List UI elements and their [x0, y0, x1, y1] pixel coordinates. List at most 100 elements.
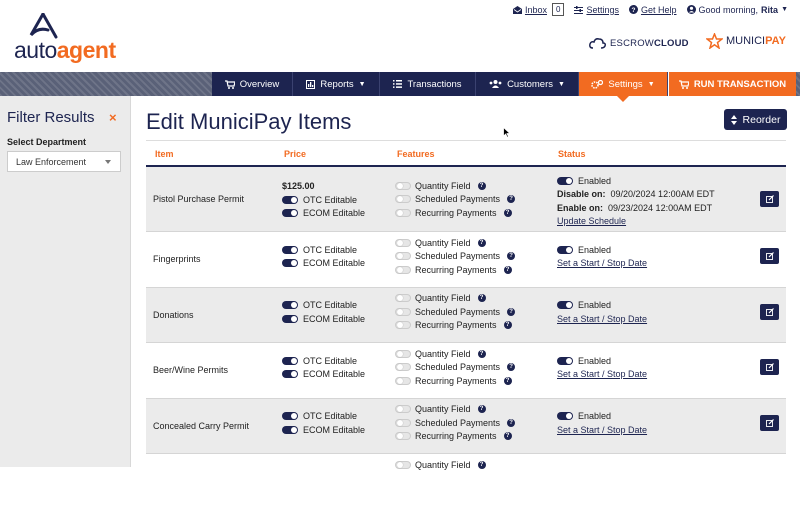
- inbox-link[interactable]: Inbox 0: [512, 3, 565, 16]
- recurring-toggle[interactable]: [395, 376, 411, 385]
- update-schedule-link[interactable]: Update Schedule: [557, 216, 626, 226]
- table-row: Beer/Wine Permits OTC Editable ECOM Edit…: [146, 343, 786, 399]
- chevron-down-icon: ▼: [647, 80, 655, 88]
- ecom-toggle[interactable]: [282, 259, 298, 268]
- quantity-toggle[interactable]: [395, 181, 411, 190]
- help-icon[interactable]: ?: [503, 432, 512, 441]
- utility-bar: Inbox 0 Settings ? Get Help Good morning…: [512, 3, 788, 16]
- nav-transactions[interactable]: Transactions: [380, 72, 476, 96]
- edit-button[interactable]: [760, 191, 779, 207]
- ecom-toggle[interactable]: [282, 209, 298, 218]
- set-start-stop-date-link[interactable]: Set a Start / Stop Date: [557, 314, 647, 324]
- set-start-stop-date-link[interactable]: Set a Start / Stop Date: [557, 258, 647, 268]
- ecom-toggle[interactable]: [282, 314, 298, 323]
- help-icon[interactable]: ?: [477, 181, 486, 190]
- help-icon[interactable]: ?: [477, 460, 486, 469]
- otc-label: OTC Editable: [303, 244, 358, 255]
- enabled-toggle[interactable]: [557, 412, 573, 421]
- item-status: Enabled Set a Start / Stop Date: [557, 354, 647, 381]
- main-nav: Overview Reports ▼ Transactions Customer…: [212, 72, 796, 102]
- ecom-toggle[interactable]: [282, 370, 298, 379]
- enabled-toggle[interactable]: [557, 176, 573, 185]
- edit-icon: [765, 363, 774, 371]
- item-name: Donations: [153, 309, 194, 320]
- scheduled-toggle[interactable]: [395, 307, 411, 316]
- help-icon[interactable]: ?: [477, 349, 486, 358]
- help-icon[interactable]: ?: [477, 238, 486, 247]
- quantity-toggle[interactable]: [395, 349, 411, 358]
- otc-toggle[interactable]: [282, 412, 298, 421]
- enabled-toggle[interactable]: [557, 245, 573, 254]
- set-start-stop-date-link[interactable]: Set a Start / Stop Date: [557, 369, 647, 379]
- escrowcloud-logo[interactable]: ESCROW CLOUD: [589, 38, 689, 49]
- table-row: Quantity Field?: [146, 454, 786, 510]
- reorder-button[interactable]: Reorder: [724, 109, 787, 130]
- run-transaction-button[interactable]: RUN TRANSACTION: [668, 72, 796, 96]
- scheduled-toggle[interactable]: [395, 363, 411, 372]
- help-icon[interactable]: ?: [477, 405, 486, 414]
- feature-label: Quantity Field: [415, 459, 471, 470]
- nav-customers[interactable]: Customers ▼: [476, 72, 579, 96]
- quantity-toggle[interactable]: [395, 294, 411, 303]
- help-icon[interactable]: ?: [503, 376, 512, 385]
- quantity-toggle[interactable]: [395, 405, 411, 414]
- status-label: Enabled: [578, 411, 612, 422]
- edit-icon: [765, 307, 774, 316]
- item-features: Quantity Field? Scheduled Payments? Recu…: [395, 236, 516, 277]
- item-price-cell: OTC Editable ECOM Editable: [282, 299, 365, 326]
- department-select[interactable]: Law Enforcement: [7, 151, 121, 172]
- logo-wordmark: autoagent: [14, 37, 116, 64]
- help-icon[interactable]: ?: [507, 418, 516, 427]
- user-name: Rita: [761, 4, 779, 15]
- help-icon[interactable]: ?: [477, 294, 486, 303]
- help-icon[interactable]: ?: [503, 321, 512, 330]
- recurring-toggle[interactable]: [395, 208, 411, 217]
- help-icon[interactable]: ?: [503, 265, 512, 274]
- otc-label: OTC Editable: [303, 411, 358, 422]
- autoagent-logo[interactable]: autoagent: [14, 13, 124, 63]
- ecom-label: ECOM Editable: [303, 313, 366, 324]
- nav-overview[interactable]: Overview: [212, 72, 293, 96]
- edit-button[interactable]: [760, 248, 779, 264]
- table-header: Item Price Features Status: [146, 140, 786, 167]
- close-icon[interactable]: ×: [109, 110, 117, 125]
- otc-toggle[interactable]: [282, 356, 298, 365]
- recurring-toggle[interactable]: [395, 321, 411, 330]
- municipay-logo[interactable]: MUNICI PAY: [706, 33, 786, 49]
- nav-reports[interactable]: Reports ▼: [293, 72, 380, 96]
- help-icon[interactable]: ?: [507, 363, 516, 372]
- ecom-label: ECOM Editable: [303, 208, 366, 219]
- otc-label: OTC Editable: [303, 300, 358, 311]
- edit-button[interactable]: [760, 359, 779, 375]
- scheduled-toggle[interactable]: [395, 252, 411, 261]
- help-link[interactable]: ? Get Help: [628, 5, 677, 15]
- user-menu[interactable]: Good morning, Rita ▼: [686, 4, 788, 15]
- otc-toggle[interactable]: [282, 245, 298, 254]
- quantity-toggle[interactable]: [395, 460, 411, 469]
- otc-toggle[interactable]: [282, 195, 298, 204]
- nav-settings[interactable]: Settings ▼: [579, 72, 668, 102]
- otc-toggle[interactable]: [282, 301, 298, 310]
- enabled-toggle[interactable]: [557, 356, 573, 365]
- column-features: Features: [397, 149, 435, 159]
- edit-icon: [765, 195, 774, 203]
- recurring-toggle[interactable]: [395, 265, 411, 274]
- quantity-toggle[interactable]: [395, 238, 411, 247]
- enabled-toggle[interactable]: [557, 301, 573, 310]
- scheduled-toggle[interactable]: [395, 195, 411, 204]
- ecom-label: ECOM Editable: [303, 424, 366, 435]
- recurring-toggle[interactable]: [395, 432, 411, 441]
- status-label: Enabled: [578, 244, 612, 255]
- help-icon[interactable]: ?: [503, 208, 512, 217]
- help-icon[interactable]: ?: [507, 195, 516, 204]
- settings-link[interactable]: Settings: [574, 5, 619, 15]
- edit-button[interactable]: [760, 303, 779, 320]
- ecom-toggle[interactable]: [282, 425, 298, 434]
- edit-button[interactable]: [760, 414, 779, 431]
- feature-label: Scheduled Payments: [415, 194, 501, 205]
- help-icon[interactable]: ?: [507, 252, 516, 261]
- scheduled-toggle[interactable]: [395, 418, 411, 427]
- set-start-stop-date-link[interactable]: Set a Start / Stop Date: [557, 425, 647, 435]
- inbox-label: Inbox: [524, 4, 547, 15]
- help-icon[interactable]: ?: [507, 307, 516, 316]
